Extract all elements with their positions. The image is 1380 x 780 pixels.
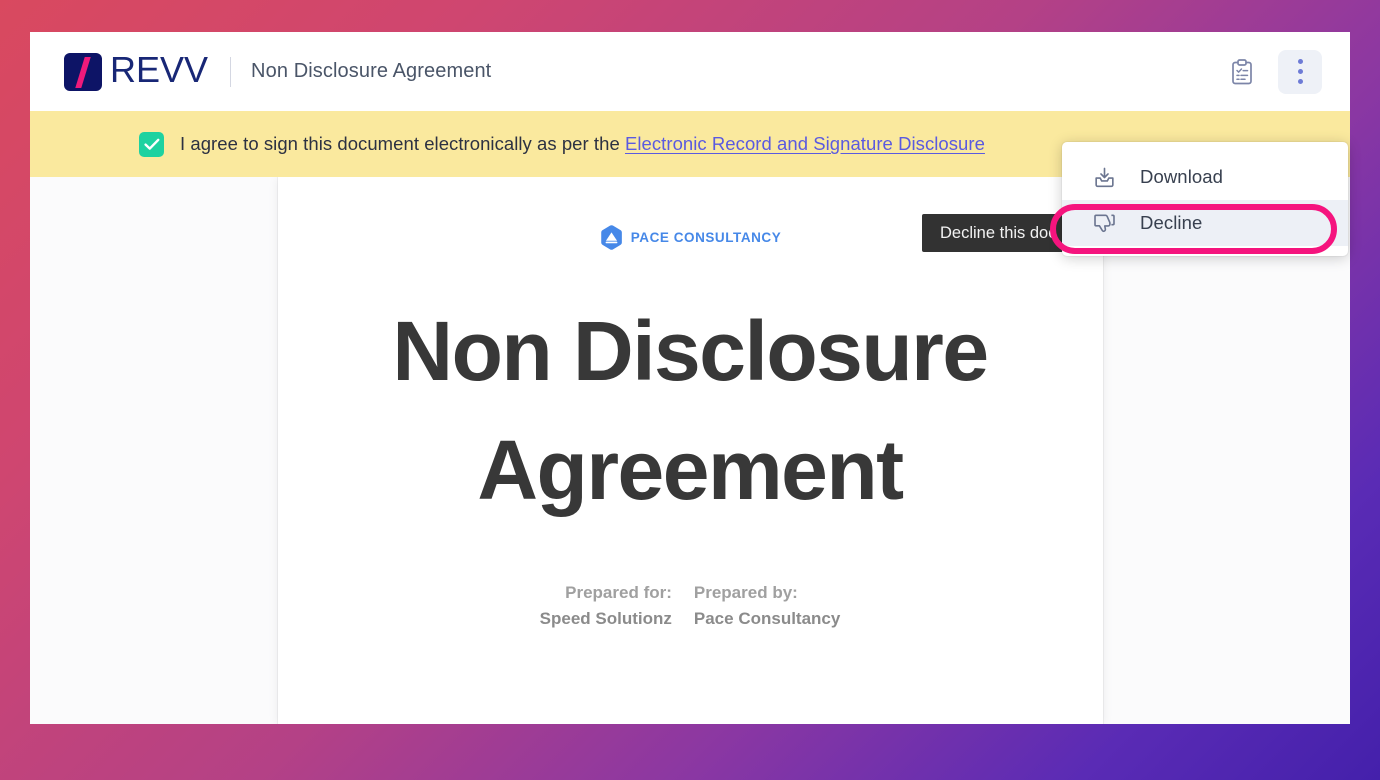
app-topbar: REVV Non Disclosure Agreement xyxy=(30,32,1350,111)
download-tray-icon xyxy=(1092,165,1116,189)
pace-hexagon-logo-icon xyxy=(600,225,622,250)
topbar-divider xyxy=(230,56,232,87)
more-actions-button[interactable] xyxy=(1278,49,1322,94)
econsent-text: I agree to sign this document electronic… xyxy=(180,133,985,155)
clipboard-checklist-button[interactable] xyxy=(1220,50,1264,94)
checkmark-icon xyxy=(143,138,159,150)
dot xyxy=(1297,69,1303,74)
electronic-record-disclosure-link[interactable]: Electronic Record and Signature Disclosu… xyxy=(625,133,985,154)
brand-name: REVV xyxy=(110,49,209,90)
prepared-by-label: Prepared by: xyxy=(693,582,798,602)
menu-item-download[interactable]: Download xyxy=(1062,154,1348,200)
thumbs-down-icon xyxy=(1092,211,1116,235)
revv-app-window: REVV Non Disclosure Agreement I agree to… xyxy=(30,32,1350,724)
econsent-checkbox[interactable] xyxy=(139,131,164,157)
prepared-info: Prepared for: Prepared by: Speed Solutio… xyxy=(540,583,841,629)
actions-dropdown-menu: Download Decline xyxy=(1062,142,1348,256)
menu-item-download-label: Download xyxy=(1140,166,1224,187)
prepared-by-value: Pace Consultancy xyxy=(693,608,841,628)
clipboard-checklist-icon xyxy=(1232,58,1252,84)
dot xyxy=(1297,59,1303,64)
document-heading-line-1: Non Disclosure xyxy=(392,304,989,398)
document-heading: Non Disclosure Agreement xyxy=(278,292,1103,531)
document-viewer: PACE CONSULTANCY Non Disclosure Agreemen… xyxy=(30,177,1350,724)
page-title: Non Disclosure Agreement xyxy=(251,60,492,82)
document-page: PACE CONSULTANCY Non Disclosure Agreemen… xyxy=(277,177,1103,724)
document-heading-line-2: Agreement xyxy=(477,423,904,518)
menu-item-decline-label: Decline xyxy=(1140,212,1203,233)
company-name: PACE CONSULTANCY xyxy=(630,230,782,245)
decline-tooltip: Decline this doc xyxy=(922,214,1075,252)
revv-slash-logo-icon xyxy=(64,52,102,91)
topbar-actions xyxy=(1220,49,1322,94)
prepared-for-label: Prepared for: xyxy=(565,582,672,602)
vertical-dots-icon xyxy=(1297,59,1303,84)
menu-item-decline[interactable]: Decline xyxy=(1062,200,1348,246)
dot xyxy=(1297,79,1303,84)
revv-brand[interactable]: REVV xyxy=(64,52,208,91)
prepared-for-value: Speed Solutionz xyxy=(539,608,672,628)
econsent-text-lead: I agree to sign this document electronic… xyxy=(180,133,625,154)
